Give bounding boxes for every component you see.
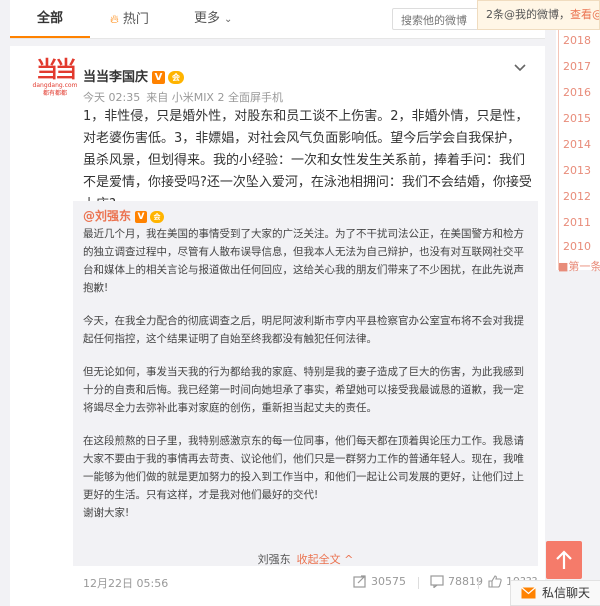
repost-footer-name[interactable]: 刘强东 — [258, 553, 291, 566]
repost-author: @刘强东 V 会 — [83, 207, 165, 224]
repost-paragraph: 最近几个月，我在美国的事情受到了大家的广泛关注。为了不干扰司法公正，在美国警方和… — [83, 228, 524, 294]
repost-footer: 刘强东 收起全文 ^ — [73, 551, 538, 567]
timeline-first-label: 第一条微 — [568, 260, 600, 273]
tab-more[interactable]: 更多 ⌄ — [194, 0, 232, 38]
year-link[interactable]: 2012 — [563, 190, 591, 203]
post-source: 来自 小米MIX 2 全面屏手机 — [146, 91, 283, 104]
post-text: 1，非性侵，只是婚外性，对股东和员工谈不上伤害。2，非婚外情，只是性，对老婆伤害… — [83, 109, 532, 212]
chevron-down-icon[interactable] — [512, 60, 528, 76]
tab-hot[interactable]: 🔥︎ 热门 — [110, 0, 149, 38]
flame-icon: 🔥︎ — [110, 12, 119, 26]
year-link[interactable]: 2014 — [563, 138, 591, 151]
tab-hot-label: 热门 — [122, 12, 149, 27]
timeline-line — [558, 30, 559, 270]
mention-notice: 2条@我的微博，查看@ — [477, 0, 600, 30]
repost-author-name[interactable]: @刘强东 — [83, 209, 131, 223]
private-message-bar[interactable]: 私信聊天 — [510, 580, 600, 606]
avatar[interactable]: 当当 dangdang.com 都有都都 — [30, 60, 80, 108]
divider — [478, 577, 479, 589]
chevron-down-icon: ⌄ — [224, 14, 233, 25]
year-link[interactable]: 2010 — [563, 240, 591, 253]
post-meta: 今天 02:35 来自 小米MIX 2 全面屏手机 — [83, 89, 289, 105]
year-link[interactable]: 2016 — [563, 86, 591, 99]
divider — [418, 577, 419, 589]
comment-button[interactable]: 78819 — [430, 575, 483, 589]
collapse-button[interactable]: 收起全文 ^ — [297, 553, 354, 566]
vip-badge-icon: 会 — [150, 211, 165, 223]
avatar-logo-sub2: 都有都都 — [42, 90, 67, 97]
tab-more-label: 更多 — [194, 11, 221, 26]
tab-all[interactable]: 全部 — [10, 0, 90, 38]
repost-date[interactable]: 12月22日 05:56 — [83, 575, 168, 591]
repost-paragraph: 今天，在我全力配合的彻底调查之后，明尼阿波利斯市亨内平县检察官办公室宣布将不会对… — [83, 315, 524, 345]
share-count: 30575 — [371, 575, 406, 588]
year-link[interactable]: 2015 — [563, 112, 591, 125]
repost-paragraph: 但无论如何，事发当天我的行为都给我的家庭、特别是我的妻子造成了巨大的伤害，为此我… — [83, 366, 524, 414]
post-author: 当当李国庆 V 会 — [83, 66, 185, 85]
verified-badge-icon: V — [135, 211, 148, 223]
feed-tab-bar: 全部 🔥︎ 热门 更多 ⌄ — [10, 0, 545, 39]
year-timeline: 2018 2017 2016 2015 2014 2013 2012 2011 … — [556, 30, 600, 270]
post-card: 当当 dangdang.com 都有都都 当当李国庆 V 会 今天 02:35 来自 … — [10, 46, 545, 606]
repost-paragraph: 谢谢大家! — [83, 507, 130, 519]
tab-all-label: 全部 — [36, 11, 63, 26]
post-footer: 12月22日 05:56 30575 78819 19??? — [73, 575, 538, 593]
reposted-weibo: @刘强东 V 会 最近几个月，我在美国的事情受到了大家的广泛关注。为了不干扰司法公正… — [73, 201, 538, 566]
year-link[interactable]: 2018 — [563, 34, 591, 47]
avatar-logo-text: 当当 — [35, 58, 77, 83]
vip-badge-icon: 会 — [168, 71, 185, 84]
repost-paragraph: 在这段煎熬的日子里，我特别感激京东的每一位同事，他们每天都在顶着舆论压力工作。我… — [83, 435, 524, 501]
thumbs-up-icon — [488, 575, 502, 588]
year-link[interactable]: 2013 — [563, 164, 591, 177]
share-icon — [353, 575, 366, 588]
back-to-top-button[interactable] — [546, 541, 582, 579]
author-name[interactable]: 当当李国庆 — [83, 70, 148, 85]
comment-icon — [430, 575, 444, 589]
mention-notice-link[interactable]: 查看@ — [570, 8, 599, 21]
mail-icon — [521, 587, 536, 599]
arrow-up-icon — [556, 550, 572, 569]
year-link[interactable]: 2017 — [563, 60, 591, 73]
year-link[interactable]: 2011 — [563, 216, 591, 229]
mention-notice-text: 2条@我的微博， — [486, 8, 570, 21]
private-message-label: 私信聊天 — [542, 586, 591, 600]
avatar-logo-sub: dangdang.com — [32, 82, 78, 89]
timeline-first-post[interactable]: ■第一条微 — [558, 258, 600, 274]
repost-body: 最近几个月，我在美国的事情受到了大家的广泛关注。为了不干扰司法公正，在美国警方和… — [83, 225, 528, 522]
share-button[interactable]: 30575 — [353, 575, 406, 588]
verified-badge-icon: V — [152, 71, 166, 84]
post-time[interactable]: 今天 02:35 — [83, 91, 140, 104]
